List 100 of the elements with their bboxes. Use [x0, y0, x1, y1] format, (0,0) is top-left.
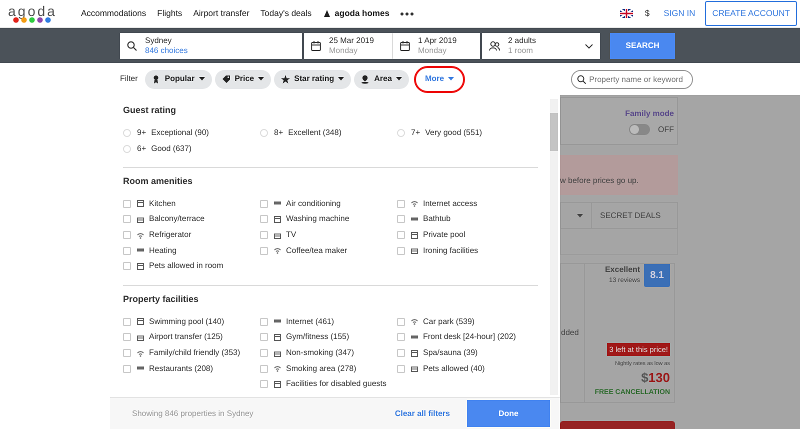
checkbox[interactable]	[260, 349, 268, 358]
checkbox[interactable]	[123, 200, 131, 208]
checkbox[interactable]	[397, 246, 405, 255]
rating-prefix: 9+	[137, 126, 146, 139]
map-pin-icon	[361, 74, 370, 84]
sort-tab[interactable]: SECRET DEALS	[591, 203, 661, 228]
checkbox[interactable]	[260, 318, 268, 326]
option-label: Car park (539)	[423, 316, 475, 328]
logo-text[interactable]: agoda	[8, 4, 57, 16]
people-icon	[489, 41, 500, 51]
caret-icon	[198, 77, 205, 81]
radio-button[interactable]	[260, 128, 268, 137]
amenity-icon	[274, 365, 281, 372]
checkbox[interactable]	[397, 333, 405, 342]
amenity-icon	[411, 365, 418, 372]
alert-text: w before prices go up.	[560, 176, 639, 185]
score-badge: 8.1	[644, 264, 670, 287]
checkbox[interactable]	[123, 333, 131, 342]
option-label: Gym/fitness (155)	[286, 331, 350, 344]
option-label: Exceptional (90)	[151, 126, 209, 139]
caret-icon	[448, 77, 454, 81]
check-in-field[interactable]: 25 Mar 2019 Monday	[304, 33, 392, 59]
checkbox[interactable]	[260, 246, 268, 255]
caret-icon	[396, 77, 402, 81]
toggle-switch[interactable]	[629, 124, 650, 136]
checkbox[interactable]	[260, 380, 268, 388]
option-label: Swimming pool (140)	[149, 316, 224, 328]
amenity-icon	[274, 380, 281, 388]
section-title: Room amenities	[123, 174, 194, 188]
toggle-state: OFF	[658, 125, 674, 134]
option-label: Restaurants (208)	[149, 362, 214, 375]
option-label: Front desk [24-hour] (202)	[423, 331, 516, 344]
checkbox[interactable]	[260, 231, 268, 240]
checkbox[interactable]	[123, 246, 131, 255]
radio-button[interactable]	[397, 128, 405, 137]
nav-link[interactable]: Airport transfer	[193, 7, 250, 20]
scrollbar[interactable]	[550, 99, 558, 395]
amenity-icon	[274, 216, 281, 223]
destination-field[interactable]: Sydney 846 choices	[120, 33, 302, 59]
checkbox[interactable]	[397, 318, 405, 326]
checkbox[interactable]	[123, 215, 131, 224]
checkbox[interactable]	[123, 318, 131, 326]
checkbox[interactable]	[260, 215, 268, 224]
checkbox[interactable]	[123, 349, 131, 358]
guests-field[interactable]: 2 adults 1 room	[482, 33, 600, 59]
option-label: Very good (551)	[425, 126, 482, 139]
amenity-icon	[274, 232, 281, 239]
radio-button[interactable]	[123, 144, 131, 153]
checkbox[interactable]	[123, 231, 131, 240]
checkbox[interactable]	[397, 349, 405, 358]
option-label: Facilities for disabled guests	[286, 378, 386, 390]
check-out-field[interactable]: 1 Apr 2019 Monday	[392, 33, 480, 59]
date-text: 25 Mar 2019	[329, 36, 374, 46]
checkbox[interactable]	[260, 200, 268, 208]
checkbox[interactable]	[123, 262, 131, 270]
amenity-icon	[411, 247, 418, 254]
filter-chip[interactable]: Star rating	[274, 70, 352, 88]
checkbox[interactable]	[260, 333, 268, 342]
checkbox[interactable]	[397, 215, 405, 224]
section-title: Guest rating	[123, 104, 178, 117]
option-label: Good (637)	[151, 142, 192, 155]
amenity-icon	[137, 216, 144, 223]
amenity-icon	[411, 350, 418, 357]
nav-link[interactable]: Accommodations	[80, 7, 146, 20]
amenity-icon	[274, 350, 281, 357]
option-label: Washing machine	[286, 213, 350, 226]
sign-in-link[interactable]: SIGN IN	[664, 7, 696, 20]
clear-filters-link[interactable]: Clear all filters	[394, 408, 450, 420]
amenity-icon	[274, 247, 281, 254]
create-account-button[interactable]: CREATE ACCOUNT	[705, 1, 797, 26]
amenity-icon	[411, 216, 418, 223]
section-title: Property facilities	[123, 292, 200, 306]
filter-chip[interactable]: More	[418, 70, 462, 88]
weekday-text: Monday	[329, 46, 358, 56]
nav-link[interactable]: Flights	[157, 7, 182, 20]
filter-chip[interactable]: Popular	[144, 70, 212, 88]
nav-link[interactable]: agoda homes	[322, 7, 390, 20]
checkbox[interactable]	[397, 200, 405, 208]
option-label: Balcony/terrace	[149, 213, 205, 226]
checkbox[interactable]	[260, 364, 268, 373]
radio-button[interactable]	[123, 128, 131, 137]
checkbox[interactable]	[397, 231, 405, 240]
rooms-text: 1 room	[508, 46, 534, 56]
checkbox[interactable]	[397, 364, 405, 373]
filter-chip[interactable]: Price	[214, 70, 272, 88]
property-search-field[interactable]: Property name or keyword	[571, 70, 694, 88]
checkbox[interactable]	[123, 364, 131, 373]
calendar-icon	[400, 41, 410, 51]
amenity-icon	[137, 232, 144, 239]
amenity-icon	[411, 334, 418, 341]
currency-selector[interactable]: $	[644, 7, 650, 20]
option-label: Family/child friendly (353)	[149, 347, 240, 360]
chevron-down-icon	[585, 44, 593, 48]
nav-link[interactable]: Today's deals	[260, 7, 312, 20]
option-label: Spa/sauna (39)	[423, 347, 478, 360]
filter-chip[interactable]: Area	[354, 70, 409, 88]
tag-icon	[222, 74, 231, 84]
option-label: Excellent (348)	[288, 126, 342, 139]
search-icon	[127, 41, 137, 51]
option-label: TV	[286, 229, 296, 242]
